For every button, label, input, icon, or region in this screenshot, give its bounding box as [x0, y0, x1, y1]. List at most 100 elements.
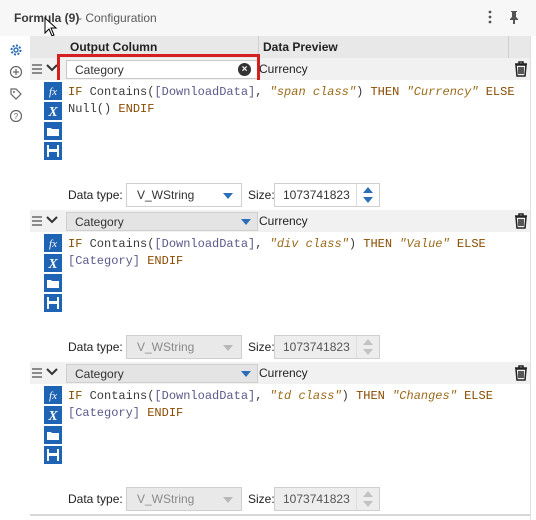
variable-x-icon[interactable]: X — [44, 406, 62, 424]
fx-function-icon[interactable]: fx — [44, 82, 62, 100]
data-preview-value: Currency — [259, 366, 308, 380]
chevron-down-icon[interactable] — [46, 215, 58, 225]
formula-tools: fx X — [44, 386, 64, 466]
dropdown-arrow-icon — [241, 219, 251, 225]
folder-open-icon[interactable] — [44, 426, 62, 444]
fx-function-icon[interactable]: fx — [44, 386, 62, 404]
mouse-cursor-icon — [44, 17, 58, 37]
output-column-select[interactable]: Category — [66, 364, 258, 383]
save-icon[interactable] — [44, 142, 62, 160]
expression-token: "span class" — [269, 85, 357, 99]
expression-token: ELSE — [456, 237, 486, 251]
formula-tools: fx X — [44, 82, 64, 162]
expression-token: ENDIF — [118, 102, 155, 116]
size-value: 1073741823 — [283, 492, 350, 506]
size-value: 1073741823 — [283, 340, 350, 354]
formula-body: fx X IF Contains([DownloadData], "div cl… — [30, 232, 536, 362]
size-label: Size: — [248, 492, 275, 506]
data-type-select[interactable]: V_WString — [126, 183, 242, 207]
expression-token: , — [255, 85, 270, 99]
output-column-select[interactable]: Category — [66, 212, 258, 231]
expression-token: "Value" — [399, 237, 450, 251]
expression-token: ) — [341, 389, 357, 403]
folder-open-icon[interactable] — [44, 274, 62, 292]
folder-open-icon[interactable] — [44, 122, 62, 140]
expression-editor[interactable]: IF Contains([DownloadData], "div class")… — [68, 236, 528, 270]
size-input: 1073741823 — [274, 335, 380, 359]
drag-handle-icon[interactable] — [32, 368, 42, 378]
size-spinner — [356, 488, 379, 510]
expression-editor[interactable]: IF Contains([DownloadData], "span class"… — [68, 84, 528, 118]
size-label: Size: — [248, 340, 275, 354]
output-column-value: Category — [75, 215, 124, 229]
data-preview-value: Currency — [259, 62, 308, 76]
expression-editor[interactable]: IF Contains([DownloadData], "td class") … — [68, 388, 528, 422]
expression-token: ELSE — [464, 389, 493, 403]
size-spinner — [356, 336, 379, 358]
tag-icon[interactable] — [9, 87, 23, 101]
expression-token: ENDIF — [147, 406, 184, 420]
row-divider — [30, 514, 536, 516]
save-icon[interactable] — [44, 294, 62, 312]
formula-tools: fx X — [44, 234, 64, 314]
svg-text:X: X — [47, 105, 58, 120]
data-type-value: V_WString — [137, 340, 195, 354]
data-type-select: V_WString — [126, 335, 242, 359]
fx-function-icon[interactable]: fx — [44, 234, 62, 252]
dropdown-arrow-icon — [241, 371, 251, 377]
formula-row-header: Category Currency — [30, 362, 536, 385]
data-type-label: Data type: — [68, 340, 123, 354]
chevron-down-icon[interactable] — [46, 367, 58, 377]
svg-text:fx: fx — [49, 390, 57, 402]
formula-body: fx X IF Contains([DownloadData], "td cla… — [30, 384, 536, 514]
expression-token: [DownloadData] — [154, 237, 256, 251]
workflow-icon[interactable] — [9, 65, 23, 79]
pin-icon[interactable] — [506, 9, 522, 25]
expression-token: ELSE — [485, 85, 515, 99]
gear-icon[interactable] — [9, 43, 23, 57]
expression-token: THEN — [356, 389, 393, 403]
drag-handle-icon[interactable] — [32, 64, 42, 74]
vertical-scrollbar[interactable] — [530, 36, 536, 520]
expression-token: ) — [356, 85, 371, 99]
dropdown-arrow-icon — [223, 193, 233, 199]
expression-token: [DownloadData] — [154, 389, 256, 403]
expression-token: Null() — [68, 102, 119, 116]
more-options-icon[interactable] — [482, 9, 498, 25]
data-type-row: Data type: V_WString Size: 1073741823 — [68, 332, 528, 360]
expression-token: "Currency" — [406, 85, 479, 99]
trash-icon[interactable] — [514, 213, 528, 229]
data-type-value: V_WString — [137, 492, 195, 506]
expression-token: THEN — [370, 85, 407, 99]
svg-text:fx: fx — [49, 238, 57, 250]
formula-row-header: Category Currency — [30, 210, 536, 233]
help-icon[interactable]: ? — [9, 109, 23, 123]
expression-token: IF — [68, 237, 90, 251]
expression-token: [Category] — [68, 254, 148, 268]
title-bar: Formula (9) - Configuration — [0, 0, 536, 37]
variable-x-icon[interactable]: X — [44, 102, 62, 120]
size-spinner[interactable] — [356, 184, 379, 206]
svg-text:X: X — [47, 257, 58, 272]
drag-handle-icon[interactable] — [32, 216, 42, 226]
trash-icon[interactable] — [514, 61, 528, 77]
output-column-value: Category — [75, 367, 124, 381]
expression-token: IF — [68, 85, 90, 99]
svg-text:fx: fx — [49, 86, 57, 98]
highlight-box — [57, 54, 260, 83]
output-column-header: Output Column — [70, 40, 158, 54]
trash-icon[interactable] — [514, 365, 528, 381]
data-type-value: V_WString — [137, 188, 195, 202]
dropdown-arrow-icon — [223, 497, 233, 503]
variable-x-icon[interactable]: X — [44, 254, 62, 272]
data-type-row: Data type: V_WString Size: 1073741823 — [68, 180, 528, 208]
expression-token: IF — [68, 389, 90, 403]
data-preview-value: Currency — [259, 214, 308, 228]
formula-row: Category × Currency fx X IF Contains([Do… — [30, 54, 536, 210]
save-icon[interactable] — [44, 446, 62, 464]
formula-row: Category Currency fx X IF Contains([Down… — [30, 362, 536, 514]
expression-token: ) — [348, 237, 364, 251]
size-input[interactable]: 1073741823 — [274, 183, 380, 207]
formula-row-header: Category × Currency — [30, 54, 536, 83]
expression-token: "div class" — [269, 237, 349, 251]
